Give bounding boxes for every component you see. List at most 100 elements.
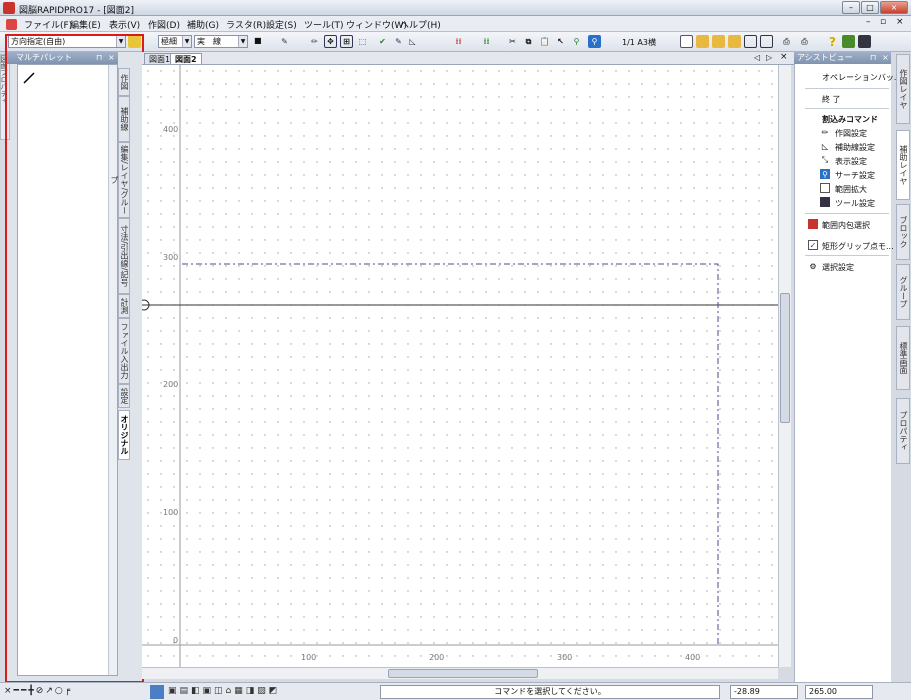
select-settings[interactable]: 選択設定 [822,262,854,273]
select-settings-icon: ⚙ [809,261,817,271]
menu-settings[interactable]: 設定(S) [266,18,297,31]
tab-prev-icon[interactable]: ◁ [754,53,760,62]
y-label-0: 0 [173,636,179,645]
document-tabs: 図面1 図面2 ◁ ▷ × [142,52,794,65]
pointer-icon[interactable]: ↖ [554,35,567,48]
save-icon[interactable] [744,35,757,48]
drawing-canvas[interactable]: 400 300 200 100 0 100 200 300 400 [142,65,778,667]
close-button[interactable]: × [880,1,908,14]
print-preview-icon[interactable]: ⎙ [798,35,811,48]
search-icon: ⚲ [820,169,830,179]
coord-x: -28.89 [730,685,798,699]
copy-icon[interactable]: ⧉ [522,35,535,48]
vertical-scroll-thumb[interactable] [780,293,790,423]
menu-draw[interactable]: 作図(D) [148,18,180,31]
doc-close-button[interactable]: × [896,17,904,27]
close-icon[interactable]: × [882,52,889,64]
menu-view[interactable]: 表示(V) [109,18,140,31]
cmd-tool-settings[interactable]: ツール設定 [835,198,875,209]
divider [805,108,889,109]
drawing-svg [142,65,778,667]
cmd-aux-settings[interactable]: 補助線設定 [835,142,875,153]
move-icon[interactable]: ✥ [324,35,337,48]
line-width-value: 極細 [161,37,177,46]
tab-aux-layer[interactable]: 補助レイヤ [896,130,910,200]
assist-title: アシストビュー [797,53,853,62]
chevron-down-icon: ▼ [182,36,191,47]
snap-icon[interactable]: ⁞⁞ [452,35,465,48]
grid-dots [142,65,778,667]
book-icon[interactable] [842,35,855,48]
menu-file[interactable]: ファイル(F) [24,18,72,31]
status-message: コマンドを選択してください。 [380,685,720,699]
horizontal-scroll-thumb[interactable] [388,669,538,678]
new-file-icon[interactable] [680,35,693,48]
menu-window[interactable]: ウィンドウ(W) [346,18,407,31]
doc-restore-button[interactable]: ▫ [880,17,886,27]
zoom-icon[interactable]: ⚲ [570,35,583,48]
save-as-icon[interactable] [760,35,773,48]
line-type-combo[interactable]: 実 線 ▼ [194,35,248,48]
cmd-display-settings[interactable]: 表示設定 [835,156,867,167]
opt-range-include[interactable]: 範囲内包選択 [822,220,870,231]
tab-group[interactable]: グループ [896,264,910,320]
help-icon[interactable]: ? [826,35,839,49]
tab-draw-layer[interactable]: 作図レイヤ [896,54,910,124]
line-width-combo[interactable]: 極細 ▼ [158,35,192,48]
tab-next-icon[interactable]: ▷ [766,53,772,62]
interrupt-title: 割込みコマンド [822,115,878,124]
vertical-scrollbar[interactable] [778,65,791,667]
assist-header: アシストビュー ⊓ × [794,52,891,64]
brush-icon[interactable]: ✎ [392,35,405,48]
folder-icon[interactable] [728,35,741,48]
checkbox-rect-grip[interactable]: ✓ [808,240,818,250]
snap-mode-icons[interactable]: ×━━╋⊘↗○╒ [4,686,136,698]
tab-block[interactable]: ブロック [896,204,910,260]
horizontal-scrollbar[interactable] [142,667,778,679]
grid-icon[interactable]: ⊞ [340,35,353,48]
menu-edit[interactable]: 編集(E) [70,18,101,31]
doc-icon[interactable] [6,19,17,30]
y-label-100: 100 [163,508,179,517]
doc-minimize-button[interactable]: – [866,17,871,27]
menu-tools[interactable]: ツール(T) [304,18,344,31]
color-combo[interactable]: ■ [252,35,274,48]
cmd-range-zoom[interactable]: 範囲拡大 [835,184,867,195]
open-folder-icon[interactable] [696,35,709,48]
tab-drawing-2[interactable]: 図面2 [170,53,202,64]
pencil-icon: ✏ [821,127,829,137]
menu-help[interactable]: ヘルプ(H) [400,18,441,31]
triangle-icon[interactable]: ◺ [406,35,419,48]
minimize-button[interactable]: – [842,1,860,14]
operation-bar-item[interactable]: オペレーションバッ... [822,72,901,83]
manual-icon[interactable] [858,35,871,48]
menu-assist[interactable]: 補助(G) [187,18,219,31]
snap-grid-icon[interactable]: ⁞⁞ [480,35,493,48]
app-icon [3,2,15,14]
x-label-300: 300 [557,653,573,662]
open-icon[interactable] [712,35,725,48]
pin-icon[interactable]: ⊓ [870,52,876,64]
selection-highlight [5,34,144,683]
opt-rect-grip[interactable]: 矩形グリップ点モ... [822,241,894,252]
print-icon[interactable]: ⎙ [780,35,793,48]
search-icon[interactable]: ⚲ [588,35,601,48]
status-bar: ×━━╋⊘↗○╒ ▣▤◧▣◫⌂▦◨▨◩ コマンドを選択してください。 -28.8… [0,682,911,700]
cut-icon[interactable]: ✂ [506,35,519,48]
select-icon[interactable]: ⬚ [356,35,369,48]
end-command[interactable]: 終 了 [822,94,841,105]
cmd-draw-settings[interactable]: 作図設定 [835,128,867,139]
cmd-search-settings[interactable]: サーチ設定 [835,170,875,181]
tab-close-icon[interactable]: × [780,52,788,62]
paste-icon[interactable]: 📋 [538,35,551,48]
layer-tool-icons[interactable]: ▣▤◧▣◫⌂▦◨▨◩ [150,685,362,699]
menu-raster[interactable]: ラスタ(R) [226,18,266,31]
maximize-button[interactable]: □ [861,1,879,14]
tab-standard-screen[interactable]: 標準画面 [896,326,910,390]
pick-icon[interactable]: ✔ [376,35,389,48]
tab-properties[interactable]: プロパティ [896,398,910,464]
pen-icon[interactable]: ✎ [278,35,291,48]
pencil-icon[interactable]: ✏ [308,35,321,48]
color-value: ■ [254,36,262,45]
y-label-300: 300 [163,253,179,262]
